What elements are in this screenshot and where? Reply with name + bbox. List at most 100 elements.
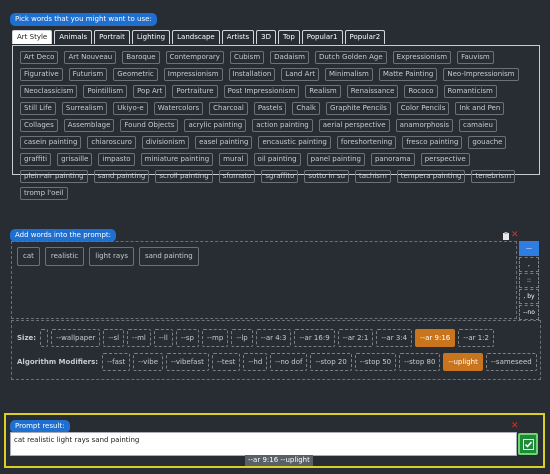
word-chip[interactable]: oil painting: [253, 153, 301, 166]
separator-button[interactable]: ::: [519, 273, 539, 288]
tab-popular2[interactable]: Popular2: [344, 30, 386, 44]
modifier-option-button[interactable]: --test: [211, 353, 241, 371]
word-chip[interactable]: Art Deco: [20, 51, 59, 64]
tab-landscape[interactable]: Landscape: [172, 30, 220, 44]
word-chip[interactable]: tromp l'oeil: [20, 187, 68, 200]
word-chip[interactable]: Collages: [20, 119, 58, 132]
tab-3d[interactable]: 3D: [256, 30, 276, 44]
word-chip[interactable]: Neo-Impressionism: [443, 68, 519, 81]
word-chip[interactable]: Ink and Pen: [455, 102, 505, 115]
word-chip[interactable]: chiaroscuro: [87, 136, 136, 149]
word-chip[interactable]: Charcoal: [209, 102, 248, 115]
size-option-button[interactable]: --sp: [175, 329, 199, 347]
word-chip[interactable]: Installation: [228, 68, 276, 81]
word-chip[interactable]: Still Life: [20, 102, 56, 115]
modifier-option-button[interactable]: --uplight: [443, 353, 483, 371]
word-chip[interactable]: Assemblage: [63, 119, 115, 132]
tab-lighting[interactable]: Lighting: [131, 30, 171, 44]
modifier-option-button[interactable]: --vibe: [133, 353, 163, 371]
tab-top[interactable]: Top: [277, 30, 300, 44]
word-chip[interactable]: fresco painting: [402, 136, 463, 149]
word-chip[interactable]: Minimalism: [325, 68, 373, 81]
word-chip[interactable]: Matte Painting: [378, 68, 438, 81]
word-chip[interactable]: Art Nouveau: [64, 51, 117, 64]
word-chip[interactable]: Graphite Pencils: [325, 102, 391, 115]
size-option-button[interactable]: --lp: [231, 329, 253, 347]
size-option-button[interactable]: --wallpaper: [51, 329, 101, 347]
size-option-button[interactable]: --ll: [153, 329, 173, 347]
word-chip[interactable]: Renaissance: [346, 85, 399, 98]
size-option-button[interactable]: --sl: [103, 329, 125, 347]
word-chip[interactable]: Land Art: [281, 68, 320, 81]
copy-button[interactable]: [518, 433, 538, 455]
tab-animals[interactable]: Animals: [54, 30, 93, 44]
separator-button[interactable]: --no: [519, 305, 539, 320]
size-option-button[interactable]: --ml: [127, 329, 151, 347]
modifier-option-button[interactable]: --no dof: [270, 353, 308, 371]
word-chip[interactable]: impasto: [98, 153, 135, 166]
word-chip[interactable]: Watercolors: [153, 102, 204, 115]
prompt-word-chip[interactable]: cat: [17, 247, 40, 266]
separator-button[interactable]: ,: [519, 257, 539, 272]
modifier-option-button[interactable]: --fast: [102, 353, 131, 371]
size-option-button[interactable]: [40, 329, 49, 347]
word-chip[interactable]: Baroque: [122, 51, 160, 64]
word-chip[interactable]: panel painting: [306, 153, 365, 166]
modifier-option-button[interactable]: --sameseed: [485, 353, 537, 371]
modifier-option-button[interactable]: --hd: [243, 353, 268, 371]
prompt-word-chip[interactable]: realistic: [44, 247, 85, 266]
prompt-result-text[interactable]: cat realistic light rays sand painting: [10, 432, 517, 456]
word-chip[interactable]: aerial perspective: [318, 119, 390, 132]
word-chip[interactable]: Pop Art: [133, 85, 167, 98]
word-chip[interactable]: divisionism: [141, 136, 190, 149]
word-chip[interactable]: Geometric: [113, 68, 158, 81]
word-chip[interactable]: mural: [219, 153, 248, 166]
modifier-option-button[interactable]: --vibefast: [166, 353, 209, 371]
word-chip[interactable]: Contemporary: [165, 51, 224, 64]
size-option-button[interactable]: --ar 2:1: [337, 329, 374, 347]
clear-words-icon[interactable]: ✕: [511, 231, 519, 240]
word-chip[interactable]: Realism: [305, 85, 341, 98]
word-chip[interactable]: sotto in su: [304, 170, 350, 183]
tab-art-style[interactable]: Art Style: [12, 30, 53, 44]
separator-button[interactable]: —: [519, 241, 539, 256]
prompt-word-chip[interactable]: sand painting: [139, 247, 199, 266]
word-chip[interactable]: camaieu: [459, 119, 497, 132]
word-chip[interactable]: grisaille: [57, 153, 93, 166]
word-chip[interactable]: Impressionism: [163, 68, 223, 81]
word-chip[interactable]: tenebrism: [471, 170, 516, 183]
word-chip[interactable]: acrylic painting: [184, 119, 247, 132]
modifier-option-button[interactable]: --stop 50: [354, 353, 397, 371]
modifier-option-button[interactable]: --stop 80: [399, 353, 441, 371]
word-chip[interactable]: easel painting: [195, 136, 253, 149]
word-chip[interactable]: Chalk: [292, 102, 320, 115]
size-option-button[interactable]: --ar 16:9: [294, 329, 335, 347]
size-option-button[interactable]: --ar 4:3: [255, 329, 292, 347]
word-chip[interactable]: Pastels: [253, 102, 287, 115]
size-option-button[interactable]: --ar 3:4: [376, 329, 413, 347]
word-chip[interactable]: tachism: [355, 170, 391, 183]
word-chip[interactable]: Portraiture: [172, 85, 218, 98]
word-chip[interactable]: Ukiyo-e: [113, 102, 148, 115]
word-chip[interactable]: encaustic painting: [258, 136, 331, 149]
word-chip[interactable]: Cubism: [229, 51, 265, 64]
modifier-option-button[interactable]: --stop 20: [310, 353, 352, 371]
size-option-button[interactable]: --ar 9:16: [415, 329, 456, 347]
word-chip[interactable]: Neoclassicism: [20, 85, 78, 98]
word-chip[interactable]: Figurative: [20, 68, 63, 81]
word-chip[interactable]: Dutch Golden Age: [314, 51, 387, 64]
word-chip[interactable]: casein painting: [20, 136, 82, 149]
word-chip[interactable]: sand painting: [93, 170, 150, 183]
word-chip[interactable]: graffiti: [20, 153, 52, 166]
word-chip[interactable]: anamorphosis: [395, 119, 454, 132]
word-chip[interactable]: sfumato: [218, 170, 256, 183]
word-chip[interactable]: Pointillism: [83, 85, 128, 98]
word-chip[interactable]: Romanticism: [443, 85, 497, 98]
word-chip[interactable]: gouache: [468, 136, 507, 149]
word-chip[interactable]: sgraffito: [261, 170, 299, 183]
tab-artists[interactable]: Artists: [221, 30, 255, 44]
word-chip[interactable]: Dadaism: [270, 51, 309, 64]
word-chip[interactable]: perspective: [420, 153, 470, 166]
size-option-button[interactable]: --mp: [201, 329, 229, 347]
tab-portrait[interactable]: Portrait: [94, 30, 130, 44]
